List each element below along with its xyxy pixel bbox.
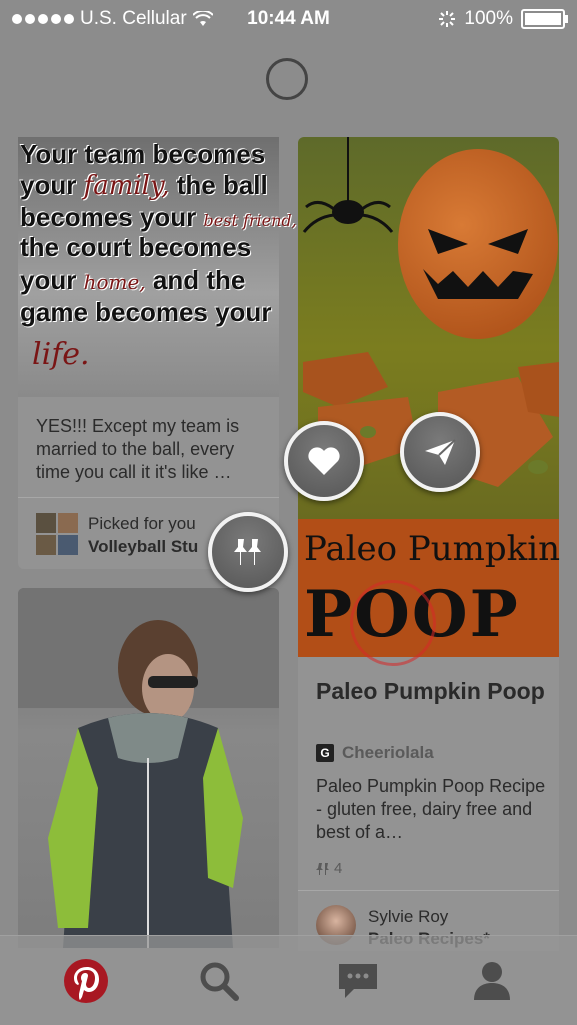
chat-bubble-icon (339, 964, 377, 998)
pin-description: YES!!! Except my team is married to the … (36, 416, 240, 482)
battery-icon (521, 9, 568, 29)
board-thumbnail (36, 513, 78, 555)
source-favicon-icon: G (316, 744, 334, 762)
heart-icon (308, 447, 340, 475)
tab-home[interactable] (61, 958, 111, 1004)
jacket-photo (18, 588, 279, 948)
battery-indicator: 100% (438, 8, 568, 30)
source-name: Cheeriolala (342, 743, 434, 762)
quote-line: the court becomes (20, 232, 252, 262)
quote-line: your family, the ball (20, 170, 268, 201)
refresh-spinner-icon (266, 58, 308, 100)
pinterest-logo-icon (64, 959, 108, 1003)
board-name: Volleyball Stu (88, 537, 199, 556)
quote-line: Your team becomes (20, 139, 266, 169)
repin-count: 4 (316, 860, 342, 877)
pin-info-card[interactable]: Paleo Pumpkin Poop G Cheeriolala Paleo P… (298, 657, 559, 890)
pin-description: Paleo Pumpkin Poop Recipe - gluten free,… (316, 776, 546, 842)
quote-line: becomes your best friend, (20, 202, 297, 232)
quote-line: life. (32, 337, 90, 372)
pinner-name: Sylvie Roy (368, 907, 449, 926)
pin-icon (316, 862, 329, 875)
tab-search[interactable] (194, 958, 244, 1004)
tab-profile[interactable] (467, 958, 517, 1004)
tab-bar (0, 935, 577, 1025)
battery-percent: 100% (464, 8, 513, 29)
pin-description-card[interactable]: YES!!! Except my team is married to the … (18, 397, 279, 497)
touch-point-indicator (350, 580, 436, 666)
pin-title: Paleo Pumpkin Poop (316, 678, 545, 704)
like-button[interactable] (284, 421, 364, 501)
picked-for-you-label: Picked for you (88, 514, 196, 533)
status-bar: U.S. Cellular 10:44 AM 100% (0, 0, 577, 38)
pin-source[interactable]: G Cheeriolala (316, 743, 434, 763)
profile-icon (474, 962, 510, 1000)
send-icon (425, 439, 456, 465)
pin-image-volleyball[interactable]: Your team becomes your family, the ball … (18, 137, 297, 397)
search-icon (200, 962, 239, 1001)
pin-icon (234, 539, 261, 565)
quote-line: game becomes your (20, 297, 272, 327)
tab-messages[interactable] (333, 958, 383, 1004)
quote-line: your home, and the (20, 265, 246, 295)
banner-title: Paleo Pumpkin (304, 529, 561, 569)
activity-spinner-icon (439, 11, 456, 27)
pin-image-fashion[interactable] (18, 588, 279, 948)
pin-it-button[interactable] (208, 512, 288, 592)
send-button[interactable] (400, 412, 480, 492)
